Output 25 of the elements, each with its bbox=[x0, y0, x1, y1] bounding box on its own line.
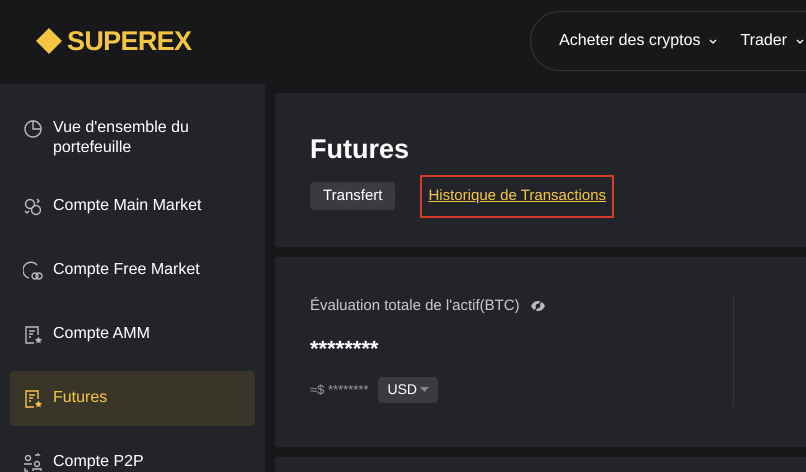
logo-text: SUPEREX bbox=[67, 24, 192, 58]
nav-menu[interactable]: Trader bbox=[740, 29, 805, 53]
hidden-value: ******** bbox=[310, 334, 380, 362]
users-exchange-icon bbox=[23, 453, 43, 472]
pie-chart-icon bbox=[23, 119, 43, 139]
valuation-label: Évaluation totale de l'actif(BTC) bbox=[310, 296, 520, 316]
approx-value: ≈$ ******** bbox=[310, 380, 368, 399]
exchange-circles-icon bbox=[23, 197, 43, 217]
page-title: Futures bbox=[310, 133, 410, 165]
hidden-eye-icon[interactable] bbox=[530, 299, 546, 314]
sidebar-item[interactable]: Futures bbox=[10, 371, 255, 426]
sidebar-item[interactable]: Compte P2P bbox=[10, 435, 255, 472]
sidebar-item[interactable]: Compte Free Market bbox=[10, 243, 255, 298]
nav-menu[interactable]: Acheter des cryptos bbox=[559, 29, 718, 53]
sidebar-item[interactable]: Compte AMM bbox=[10, 307, 255, 362]
caret-icon bbox=[420, 386, 430, 392]
document-star-icon bbox=[23, 325, 43, 345]
diamond-logo-icon bbox=[35, 27, 63, 55]
transfer-button[interactable]: Transfert bbox=[310, 182, 396, 210]
document-star-icon bbox=[23, 389, 43, 409]
sidebar-item[interactable]: Vue d'ensemble du portefeuille bbox=[10, 106, 255, 170]
currency-select[interactable]: USD bbox=[378, 376, 438, 402]
transaction-history-link[interactable]: Historique de Transactions bbox=[420, 175, 614, 218]
linked-rings-icon bbox=[23, 261, 43, 281]
sidebar-item[interactable]: Compte Main Market bbox=[10, 179, 255, 234]
